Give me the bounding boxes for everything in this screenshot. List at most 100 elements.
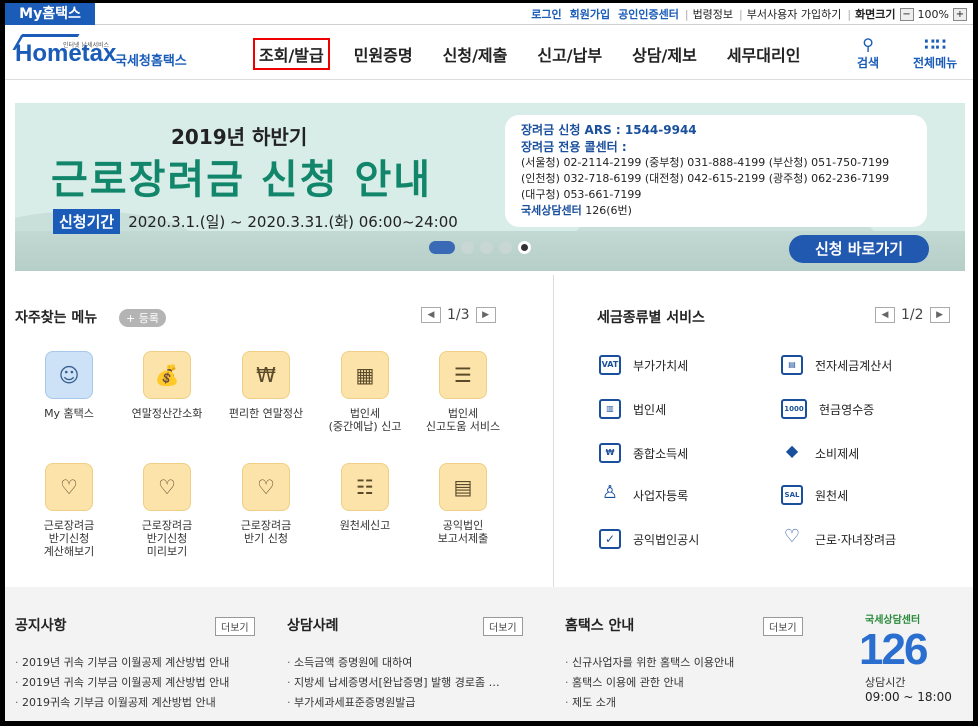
nav-item-apply-submit[interactable]: 신청/제출 <box>437 38 514 70</box>
won-calc-icon: ₩ <box>242 351 290 399</box>
contact-line: (대구청) 053-661-7199 <box>521 188 642 201</box>
cert-center-link[interactable]: 공인인증센터 <box>618 6 679 22</box>
report-icon: ▤ <box>439 463 487 511</box>
counsel-label: 국세상담센터 <box>521 204 582 217</box>
list-item[interactable]: 소득금액 증명원에 대하여 <box>287 653 527 673</box>
building-icon: ▥ <box>599 399 621 419</box>
menu-item-eitc-preview[interactable]: ♡ 근로장려금 반기신청 미리보기 <box>119 463 215 558</box>
invoice-icon: ▤ <box>781 355 803 375</box>
menu-item-eitc-calc[interactable]: ♡ 근로장려금 반기신청 계산해보기 <box>21 463 117 558</box>
list-item[interactable]: 지방세 납세증명서[완납증명] 발행 경로좀 … <box>287 673 527 693</box>
menu-item-corp-tax-help[interactable]: ☰ 법인세 신고도움 서비스 <box>415 351 511 433</box>
list-item[interactable]: 2019귀속 기부금 이월공제 계산방법 안내 <box>15 693 255 713</box>
tax-bag-icon: 💰 <box>143 351 191 399</box>
menu-item-withholding-report[interactable]: ☷ 원천세신고 <box>317 463 413 532</box>
heart-search-icon: ♡ <box>143 463 191 511</box>
notice-more-button[interactable]: 더보기 <box>215 617 255 636</box>
guide-more-button[interactable]: 더보기 <box>763 617 803 636</box>
heart-hand-icon: ♡ <box>242 463 290 511</box>
list-item[interactable]: 부가세과세표준증명원발급 <box>287 693 527 713</box>
banner-title: 근로장려금 신청 안내 <box>51 157 433 203</box>
promo-banner[interactable]: 2019년 하반기 근로장려금 신청 안내 신청기간 2020.3.1.(일) … <box>15 103 965 271</box>
service-income-tax[interactable]: ₩ 종합소득세 <box>599 443 688 463</box>
counsel-center-title: 국세상담센터 <box>865 615 921 626</box>
all-menu-button[interactable]: ∷∷ 전체메뉴 <box>913 36 957 71</box>
screen-size-label: 화면크기 <box>855 8 896 21</box>
signup-link[interactable]: 회원가입 <box>570 6 610 22</box>
service-eitc-child[interactable]: ♡ 근로·자녀장려금 <box>781 526 896 549</box>
frequent-menu-section: 자주찾는 메뉴 + 등록 ◀ 1/3 ▶ ☺ My 홈택스 💰 연말정산간소화 … <box>15 303 535 573</box>
pause-icon[interactable] <box>518 241 531 254</box>
search-icon: ⚲ <box>862 35 874 54</box>
service-business-registration[interactable]: ♙ 사업자등록 <box>599 484 688 505</box>
next-page-icon[interactable]: ▶ <box>475 307 496 323</box>
service-public-corp-disclosure[interactable]: ✓ 공익법인공시 <box>599 529 699 549</box>
callcenter-label: 장려금 전용 콜센터 : <box>521 140 627 154</box>
counsel-number: 126(6번) <box>585 204 632 217</box>
register-button[interactable]: + 등록 <box>119 309 166 327</box>
login-link[interactable]: 로그인 <box>531 6 561 22</box>
list-item[interactable]: 2019년 귀속 기부금 이월공제 계산방법 안내 <box>15 673 255 693</box>
diamond-icon: ◆ <box>785 441 799 460</box>
carousel-dot-active[interactable] <box>429 241 455 254</box>
counsel-center-number: 126 <box>859 625 928 674</box>
list-item[interactable]: 2019년 귀속 기부금 이월공제 계산방법 안내 <box>15 653 255 673</box>
service-withholding-tax[interactable]: SAL 원천세 <box>781 485 848 505</box>
list-item[interactable]: 신규사업자를 위한 홈택스 이용안내 <box>565 653 805 673</box>
nav-item-report-pay[interactable]: 신고/납부 <box>531 38 608 70</box>
zoom-level: 100% <box>917 7 949 21</box>
frequent-pager: ◀ 1/3 ▶ <box>421 307 496 323</box>
carousel-dot[interactable] <box>499 241 512 254</box>
prev-page-icon[interactable]: ◀ <box>421 307 441 323</box>
menu-item-my-hometax[interactable]: ☺ My 홈택스 <box>21 351 117 420</box>
menu-item-eitc-apply[interactable]: ♡ 근로장려금 반기 신청 <box>218 463 314 545</box>
law-info-link[interactable]: 법령정보 <box>693 6 733 22</box>
counsel-hours-label: 상담시간 <box>865 676 906 689</box>
bottom-boards: 공지사항 더보기 2019년 귀속 기부금 이월공제 계산방법 안내 2019년… <box>5 587 973 721</box>
nav-item-tax-agent[interactable]: 세무대리인 <box>721 38 807 70</box>
page-indicator: 1/2 <box>901 307 924 323</box>
prev-page-icon[interactable]: ◀ <box>875 307 895 323</box>
menu-item-year-end-simple[interactable]: 💰 연말정산간소화 <box>119 351 215 420</box>
service-cash-receipt[interactable]: 1000 현금영수증 <box>781 399 874 419</box>
hometax-logo[interactable]: 인터넷 납세서비스 Hometax 국세청홈택스 <box>12 34 205 78</box>
zoom-out-button[interactable]: − <box>899 7 914 21</box>
menu-item-public-corp-report[interactable]: ▤ 공익법인 보고서제출 <box>415 463 511 545</box>
next-page-icon[interactable]: ▶ <box>929 307 950 323</box>
my-hometax-tab[interactable]: My홈택스 <box>5 3 95 25</box>
service-e-invoice[interactable]: ▤ 전자세금계산서 <box>781 355 892 375</box>
dept-user-signup-link[interactable]: 부서사용자 가입하기 <box>747 6 842 22</box>
heart-icon: ♡ <box>783 526 801 547</box>
banner-subtitle: 2019년 하반기 <box>171 125 308 149</box>
header: 인터넷 납세서비스 Hometax 국세청홈택스 조회/발급 민원증명 신청/제… <box>5 26 973 80</box>
menu-item-corp-tax-interim[interactable]: ▦ 법인세 (중간예납) 신고 <box>317 351 413 433</box>
document-search-icon: ☰ <box>439 351 487 399</box>
frequent-menu-title: 자주찾는 메뉴 <box>15 310 98 326</box>
period-tag: 신청기간 <box>53 209 121 234</box>
carousel-dots <box>429 241 537 254</box>
zoom-in-button[interactable]: + <box>953 7 967 21</box>
clipboard-icon: ✓ <box>599 529 621 549</box>
list-item[interactable]: 제도 소개 <box>565 693 805 713</box>
list-item[interactable]: 홈택스 이용에 관한 안내 <box>565 673 805 693</box>
grid-icon: ∷∷ <box>923 35 947 54</box>
nav-item-lookup-issue[interactable]: 조회/발급 <box>253 38 330 70</box>
contact-info-box: 장려금 신청 ARS : 1544-9944 장려금 전용 콜센터 : (서울청… <box>505 115 927 227</box>
nav-item-civil-cert[interactable]: 민원증명 <box>348 38 419 70</box>
nav-item-consult-report[interactable]: 상담/제보 <box>626 38 703 70</box>
apply-shortcut-button[interactable]: 신청 바로가기 <box>789 235 929 263</box>
search-button[interactable]: ⚲ 검색 <box>857 36 879 71</box>
service-vat[interactable]: VAT 부가가치세 <box>599 355 688 375</box>
menu-item-easy-year-end[interactable]: ₩ 편리한 연말정산 <box>218 351 314 420</box>
service-corp-tax[interactable]: ▥ 법인세 <box>599 399 666 419</box>
main-nav: 조회/발급 민원증명 신청/제출 신고/납부 상담/제보 세무대리인 <box>253 38 824 70</box>
tax-service-section: 세금종류별 서비스 ◀ 1/2 ▶ VAT 부가가치세 ▤ 전자세금계산서 ▥ … <box>565 303 965 573</box>
salary-icon: SAL <box>781 485 803 505</box>
counsel-center-126[interactable]: 국세상담센터 126 상담시간 09:00 ~ 18:00 <box>859 611 967 704</box>
cases-more-button[interactable]: 더보기 <box>483 617 523 636</box>
person-icon: ☺ <box>45 351 93 399</box>
tax-service-title: 세금종류별 서비스 <box>597 310 705 326</box>
carousel-dot[interactable] <box>480 241 493 254</box>
service-consumption-tax[interactable]: ◆ 소비제세 <box>781 443 859 463</box>
carousel-dot[interactable] <box>461 241 474 254</box>
